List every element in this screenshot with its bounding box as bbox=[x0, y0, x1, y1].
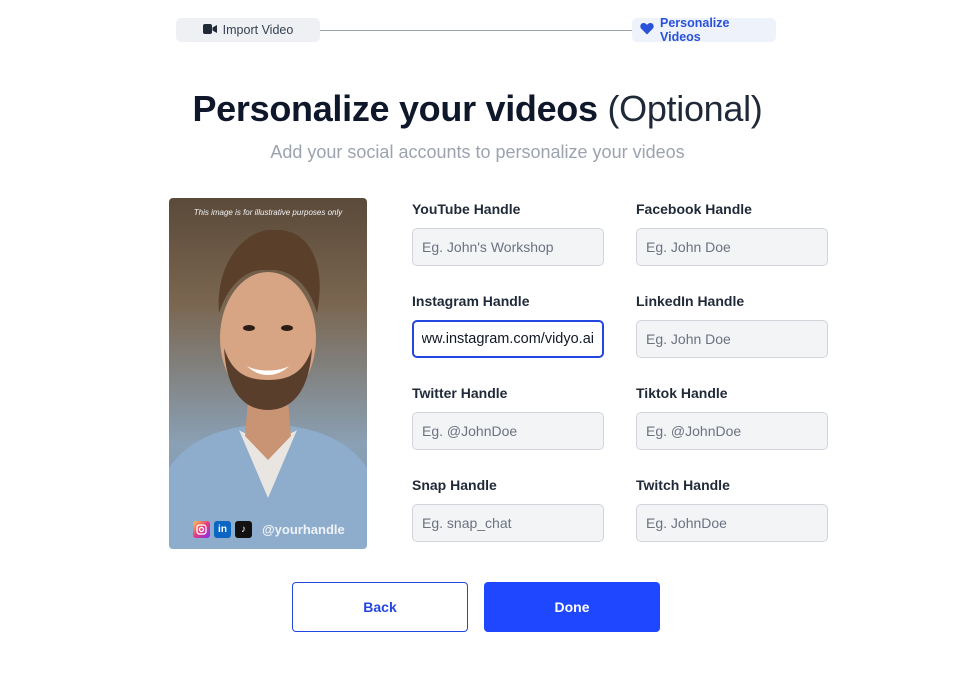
linkedin-handle-label: LinkedIn Handle bbox=[636, 293, 745, 309]
video-camera-icon bbox=[202, 23, 217, 38]
instagram-handle-input[interactable] bbox=[412, 320, 604, 358]
twitter-handle-label: Twitter Handle bbox=[412, 385, 508, 401]
progress-stepper: Import Video Personalize Videos bbox=[176, 16, 776, 44]
youtube-handle-label: YouTube Handle bbox=[412, 201, 521, 217]
person-portrait-illustration bbox=[169, 229, 367, 549]
twitter-handle-field: Twitter Handle bbox=[412, 384, 604, 450]
page-title: Personalize your videos (Optional) bbox=[0, 88, 955, 130]
linkedin-handle-field: LinkedIn Handle bbox=[636, 292, 828, 358]
done-button[interactable]: Done bbox=[484, 582, 660, 632]
twitch-handle-input[interactable] bbox=[636, 504, 828, 542]
twitch-handle-field: Twitch Handle bbox=[636, 476, 828, 542]
twitch-handle-label: Twitch Handle bbox=[636, 477, 730, 493]
preview-disclaimer: This image is for illustrative purposes … bbox=[193, 208, 343, 217]
linkedin-icon: in bbox=[214, 521, 231, 538]
youtube-handle-input[interactable] bbox=[412, 228, 604, 266]
step-import-label: Import Video bbox=[222, 23, 294, 37]
step-personalize-label: Personalize Videos bbox=[660, 16, 730, 44]
preview-handle: @yourhandle bbox=[262, 522, 345, 537]
page-title-main: Personalize your videos bbox=[192, 88, 598, 129]
instagram-handle-field: Instagram Handle bbox=[412, 292, 604, 358]
youtube-handle-field: YouTube Handle bbox=[412, 200, 604, 266]
instagram-handle-label: Instagram Handle bbox=[412, 293, 530, 309]
facebook-handle-input[interactable] bbox=[636, 228, 828, 266]
tiktok-handle-label: Tiktok Handle bbox=[636, 385, 728, 401]
step-personalize-videos[interactable]: Personalize Videos bbox=[632, 16, 776, 44]
tiktok-handle-field: Tiktok Handle bbox=[636, 384, 828, 450]
page-title-optional: (Optional) bbox=[607, 88, 763, 129]
step-import-video[interactable]: Import Video bbox=[176, 18, 320, 42]
snap-handle-label: Snap Handle bbox=[412, 477, 497, 493]
heart-icon bbox=[640, 22, 654, 38]
facebook-handle-label: Facebook Handle bbox=[636, 201, 752, 217]
tiktok-handle-input[interactable] bbox=[636, 412, 828, 450]
preview-image: This image is for illustrative purposes … bbox=[169, 198, 367, 549]
page-subtitle: Add your social accounts to personalize … bbox=[270, 142, 685, 162]
twitter-handle-input[interactable] bbox=[412, 412, 604, 450]
facebook-handle-field: Facebook Handle bbox=[636, 200, 828, 266]
preview-social-row: in ♪ @yourhandle bbox=[193, 521, 345, 538]
snap-handle-input[interactable] bbox=[412, 504, 604, 542]
stepper-connector bbox=[320, 30, 632, 31]
linkedin-handle-input[interactable] bbox=[636, 320, 828, 358]
instagram-icon bbox=[193, 521, 210, 538]
snap-handle-field: Snap Handle bbox=[412, 476, 604, 542]
back-button[interactable]: Back bbox=[292, 582, 468, 632]
tiktok-icon: ♪ bbox=[235, 521, 252, 538]
